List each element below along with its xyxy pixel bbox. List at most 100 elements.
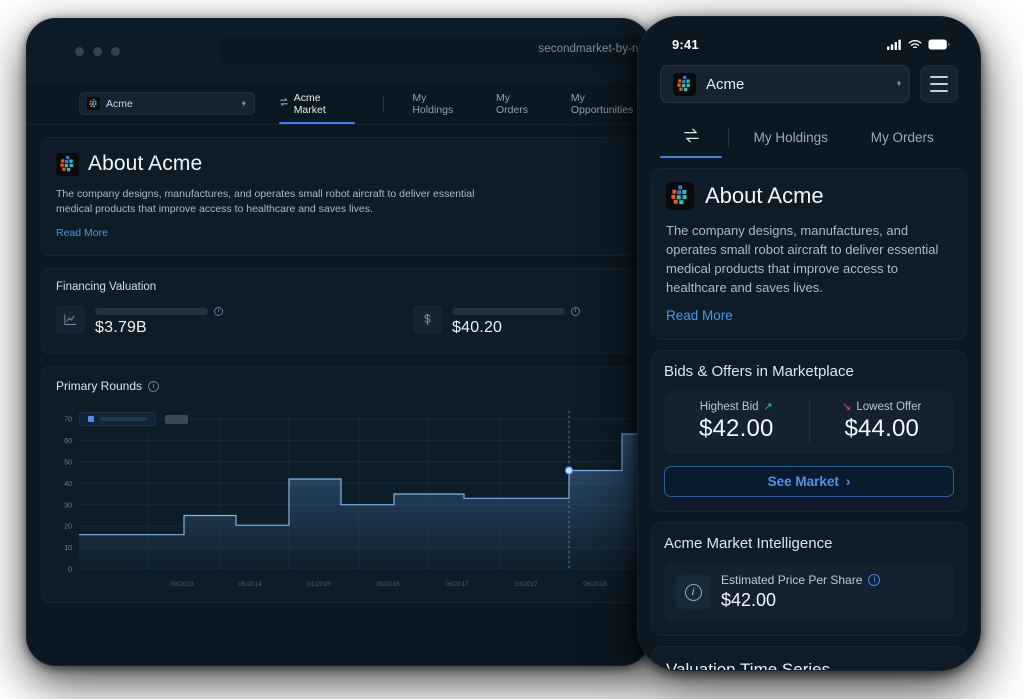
financing-valuation-title: Financing Valuation: [56, 281, 157, 293]
chart-line-icon: [56, 305, 85, 334]
info-circle-icon: i: [676, 575, 710, 609]
main-tabs: Acme Market My Holdings My Orders My Opp…: [278, 83, 650, 124]
info-icon[interactable]: i: [571, 307, 580, 316]
app-top-bar: Acme ▲ ▼ Acme Market My Holdings My Orde…: [27, 83, 650, 125]
valuation-time-series-title: Valuation Time Series: [666, 660, 831, 671]
svg-text:09/2013: 09/2013: [170, 581, 194, 588]
page-title: About Acme: [88, 152, 203, 175]
acme-logo-icon: [87, 97, 100, 110]
skeleton-bar: [95, 308, 208, 315]
svg-text:06/2018: 06/2018: [583, 581, 607, 588]
mobile-phone-frame: 9:41 Acme ▲ ▼ My Holdings My Orders Abou…: [637, 16, 981, 671]
info-icon[interactable]: i: [868, 574, 881, 586]
highest-bid-column: Highest Bid ↗ $42.00: [664, 400, 809, 443]
status-bar-time: 9:41: [672, 36, 699, 52]
tab-divider: [383, 95, 385, 112]
info-glyph: i: [684, 583, 702, 601]
bids-offers-title: Bids & Offers in Marketplace: [664, 363, 854, 380]
highest-bid-label-row: Highest Bid ↗: [664, 400, 809, 414]
svg-text:20: 20: [64, 524, 72, 531]
highest-bid-value: $42.00: [698, 415, 774, 442]
svg-text:40: 40: [64, 481, 72, 488]
lowest-offer-column: ↘ Lowest Offer $44.00: [808, 400, 955, 443]
dollar-icon: [413, 305, 442, 334]
see-market-button[interactable]: See Market ›: [664, 466, 954, 497]
tab-my-holdings[interactable]: My Holdings: [412, 83, 470, 124]
tab-label: My Holdings: [753, 129, 828, 145]
acme-logo-icon: [56, 152, 79, 176]
skeleton-bar: [452, 308, 565, 315]
tab-label: My Orders: [870, 129, 934, 145]
about-panel: About Acme The company designs, manufact…: [41, 137, 650, 256]
metric-label-placeholder: i: [95, 307, 223, 316]
phone-header: Acme ▲ ▼: [638, 61, 980, 103]
minimize-window-dot[interactable]: [93, 47, 102, 56]
chart-y-ticks: 70 60 50 40 30 20 10 0: [64, 417, 72, 574]
cellular-signal-icon: [887, 39, 902, 50]
chart-area: [79, 434, 642, 569]
tab-acme-market[interactable]: [660, 116, 722, 158]
about-card: About Acme The company designs, manufact…: [651, 168, 967, 340]
screenshot-stage: secondmarket-by-npm.com: [0, 0, 1023, 699]
close-window-dot[interactable]: [75, 47, 84, 56]
company-select[interactable]: Acme ▲ ▼: [660, 65, 910, 103]
acme-logo-icon: [666, 182, 694, 210]
arrow-down-icon: ↘: [842, 401, 852, 413]
url-text: secondmarket-by-npm.com: [538, 43, 650, 55]
company-select-value: Acme: [106, 97, 133, 110]
battery-icon: [928, 38, 950, 50]
primary-rounds-panel: Primary Rounds i 70 60 50 40 30 20 10 0 …: [41, 366, 650, 603]
valuation-time-series-card: Valuation Time Series 30B: [651, 646, 967, 671]
info-icon[interactable]: i: [214, 307, 223, 316]
metric-price-per-share: i $40.20: [413, 305, 580, 337]
market-intelligence-title: Acme Market Intelligence: [664, 535, 833, 552]
svg-text:09/2016: 09/2016: [376, 581, 400, 588]
about-header: About Acme: [666, 182, 952, 210]
about-header: About Acme: [56, 152, 650, 176]
phone-status-bar: 9:41: [638, 17, 980, 61]
metric-value: $40.20: [452, 319, 503, 336]
maximize-window-dot[interactable]: [111, 47, 120, 56]
legend-swatch: [88, 416, 94, 422]
see-market-label: See Market: [767, 474, 839, 489]
phone-tabs: My Holdings My Orders: [660, 116, 958, 158]
tab-label: My Holdings: [412, 91, 454, 116]
legend-item-valuation[interactable]: [79, 412, 156, 426]
tab-divider: [728, 127, 729, 147]
read-more-link[interactable]: Read More: [56, 227, 650, 239]
svg-text:06/2017: 06/2017: [445, 581, 469, 588]
skeleton-block: [165, 414, 188, 424]
exchange-arrows-icon: [279, 97, 289, 110]
primary-rounds-chart[interactable]: 70 60 50 40 30 20 10 0 09/2013 05/2014 0…: [42, 401, 650, 596]
hamburger-menu-icon[interactable]: [920, 65, 958, 103]
tab-my-holdings[interactable]: My Holdings: [735, 116, 847, 158]
metric-value: $3.79B: [95, 319, 147, 336]
chart-svg: 70 60 50 40 30 20 10 0 09/2013 05/2014 0…: [64, 411, 642, 588]
info-icon[interactable]: i: [148, 380, 160, 392]
svg-text:0: 0: [68, 567, 72, 574]
metric-value: $42.00: [721, 590, 777, 610]
lowest-offer-label: Lowest Offer: [856, 400, 922, 413]
chevron-right-icon: ›: [845, 474, 851, 489]
read-more-link[interactable]: Read More: [666, 308, 952, 323]
tab-my-orders[interactable]: My Orders: [847, 116, 959, 158]
company-select[interactable]: Acme ▲ ▼: [79, 92, 255, 115]
highest-bid-label: Highest Bid: [699, 400, 759, 413]
bids-offers-card: Bids & Offers in Marketplace Highest Bid…: [651, 350, 967, 512]
desktop-browser-window: secondmarket-by-npm.com: [26, 18, 651, 666]
svg-text:10/2017: 10/2017: [514, 581, 538, 588]
chart-legend[interactable]: [79, 412, 188, 426]
page-title: About Acme: [705, 183, 824, 208]
financing-valuation-metrics: i $3.79B i $40.20: [42, 293, 650, 353]
chart-x-ticks: 09/2013 05/2014 01/2015 09/2016 06/2017 …: [170, 581, 607, 588]
browser-viewport: Acme ▲ ▼ Acme Market My Holdings My Orde…: [27, 83, 650, 665]
about-description: The company designs, manufactures, and o…: [56, 188, 475, 215]
status-bar-icons: [887, 38, 950, 50]
metric-label-row: Estimated Price Per Share i: [721, 573, 881, 587]
tab-acme-market[interactable]: Acme Market: [278, 83, 356, 124]
browser-url-bar[interactable]: secondmarket-by-npm.com: [220, 37, 650, 65]
tab-label: Acme Market: [293, 91, 326, 116]
about-description: The company designs, manufactures, and o…: [666, 223, 939, 295]
tab-my-orders[interactable]: My Orders: [496, 83, 545, 124]
window-traffic-lights[interactable]: [75, 47, 120, 56]
